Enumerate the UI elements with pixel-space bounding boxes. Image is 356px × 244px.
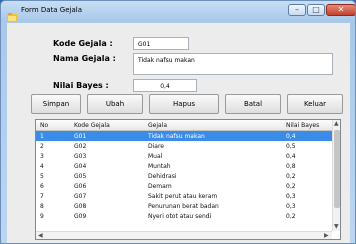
row-nilai-bayes-cell: 0,4 xyxy=(286,153,296,160)
batal-button[interactable]: Batal xyxy=(225,94,281,114)
row-nilai-bayes-cell: 0,2 xyxy=(286,173,296,180)
row-gejala-cell: Tidak nafsu makan xyxy=(148,133,205,140)
form-client-area: Kode Gejala : G01 Nama Gejala : Tidak na… xyxy=(7,23,350,243)
row-no-cell: 1 xyxy=(40,133,44,140)
app-icon xyxy=(7,7,17,22)
table-row[interactable]: 3 G03 Mual 0,4 xyxy=(36,151,332,161)
row-gejala-cell: Penurunan berat badan xyxy=(148,203,219,210)
row-kode-gejala-cell: G02 xyxy=(74,143,87,150)
column-header-nilai-bayes[interactable]: Nilai Bayes xyxy=(286,122,319,129)
keluar-button[interactable]: Keluar xyxy=(287,94,343,114)
row-nilai-bayes-cell: 0,3 xyxy=(286,193,296,200)
horizontal-scrollbar[interactable]: ◀ ▶ xyxy=(36,231,332,239)
scroll-up-arrow-icon[interactable]: ▲ xyxy=(334,120,339,127)
row-gejala-cell: Demam xyxy=(148,183,172,190)
nama-gejala-input[interactable]: Tidak nafsu makan xyxy=(133,53,333,75)
table-row[interactable]: 8 G08 Penurunan berat badan 0,3 xyxy=(36,201,332,211)
row-gejala-cell: Nyeri otot atau sendi xyxy=(148,213,212,220)
row-gejala-cell: Diare xyxy=(148,143,164,150)
close-button[interactable]: ✕ xyxy=(326,4,355,16)
table-row[interactable]: 1 G01 Tidak nafsu makan 0,4 xyxy=(36,131,332,141)
row-kode-gejala-cell: G09 xyxy=(74,213,87,220)
ubah-button[interactable]: Ubah xyxy=(87,94,143,114)
column-header-gejala[interactable]: Gejala xyxy=(148,122,167,129)
row-no-cell: 4 xyxy=(40,163,44,170)
hapus-button[interactable]: Hapus xyxy=(149,94,219,114)
row-no-cell: 7 xyxy=(40,193,44,200)
row-gejala-cell: Sakit perut atau keram xyxy=(148,193,218,200)
row-no-cell: 2 xyxy=(40,143,44,150)
row-kode-gejala-cell: G06 xyxy=(74,183,87,190)
row-nilai-bayes-cell: 0,4 xyxy=(286,133,296,140)
row-kode-gejala-cell: G08 xyxy=(74,203,87,210)
column-header-no[interactable]: No xyxy=(40,122,48,129)
row-kode-gejala-cell: G07 xyxy=(74,193,87,200)
table-row[interactable]: 9 G09 Nyeri otot atau sendi 0,2 xyxy=(36,211,332,221)
table-row[interactable]: 4 G04 Muntah 0,8 xyxy=(36,161,332,171)
simpan-button[interactable]: Simpan xyxy=(31,94,81,114)
window: Form Data Gejala – □ ✕ Kode Gejala : G01… xyxy=(0,0,356,244)
row-gejala-cell: Dehidrasi xyxy=(148,173,177,180)
row-nilai-bayes-cell: 0,5 xyxy=(286,143,296,150)
nilai-bayes-input[interactable]: 0,4 xyxy=(133,79,197,92)
grid-header: No Kode Gejala Gejala Nilai Bayes xyxy=(36,120,340,131)
row-no-cell: 8 xyxy=(40,203,44,210)
row-kode-gejala-cell: G03 xyxy=(74,153,87,160)
nilai-bayes-value: 0,4 xyxy=(160,83,170,90)
table-row[interactable]: 2 G02 Diare 0,5 xyxy=(36,141,332,151)
nama-gejala-label: Nama Gejala : xyxy=(53,54,116,63)
row-nilai-bayes-cell: 0,2 xyxy=(286,213,296,220)
nama-gejala-value: Tidak nafsu makan xyxy=(138,57,195,64)
row-no-cell: 3 xyxy=(40,153,44,160)
table-row[interactable]: 5 G05 Dehidrasi 0,2 xyxy=(36,171,332,181)
kode-gejala-label: Kode Gejala : xyxy=(53,39,113,48)
scroll-right-arrow-icon[interactable]: ▶ xyxy=(324,232,329,239)
row-nilai-bayes-cell: 0,8 xyxy=(286,163,296,170)
nilai-bayes-label: Nilai Bayes : xyxy=(53,81,109,90)
row-nilai-bayes-cell: 0,2 xyxy=(286,183,296,190)
gejala-data-grid[interactable]: No Kode Gejala Gejala Nilai Bayes 1 G01 Ti… xyxy=(35,119,341,240)
table-row[interactable]: 7 G07 Sakit perut atau keram 0,3 xyxy=(36,191,332,201)
row-no-cell: 9 xyxy=(40,213,44,220)
kode-gejala-input[interactable]: G01 xyxy=(133,37,189,50)
minimize-button[interactable]: – xyxy=(288,4,306,16)
kode-gejala-value: G01 xyxy=(138,41,151,48)
row-gejala-cell: Mual xyxy=(148,153,163,160)
scroll-left-arrow-icon[interactable]: ◀ xyxy=(38,232,43,239)
row-nilai-bayes-cell: 0,3 xyxy=(286,203,296,210)
scroll-down-arrow-icon[interactable]: ▼ xyxy=(334,223,339,230)
row-kode-gejala-cell: G05 xyxy=(74,173,87,180)
row-gejala-cell: Muntah xyxy=(148,163,171,170)
title-bar[interactable]: Form Data Gejala – □ ✕ xyxy=(1,1,355,23)
vertical-scrollbar[interactable]: ▲ ▼ xyxy=(332,120,340,231)
vertical-scroll-thumb[interactable] xyxy=(334,130,340,208)
row-no-cell: 6 xyxy=(40,183,44,190)
maximize-button[interactable]: □ xyxy=(307,4,325,16)
row-no-cell: 5 xyxy=(40,173,44,180)
row-kode-gejala-cell: G04 xyxy=(74,163,87,170)
column-header-kode-gejala[interactable]: Kode Gejala xyxy=(74,122,110,129)
row-kode-gejala-cell: G01 xyxy=(74,133,87,140)
window-title: Form Data Gejala xyxy=(21,6,82,14)
table-row[interactable]: 6 G06 Demam 0,2 xyxy=(36,181,332,191)
